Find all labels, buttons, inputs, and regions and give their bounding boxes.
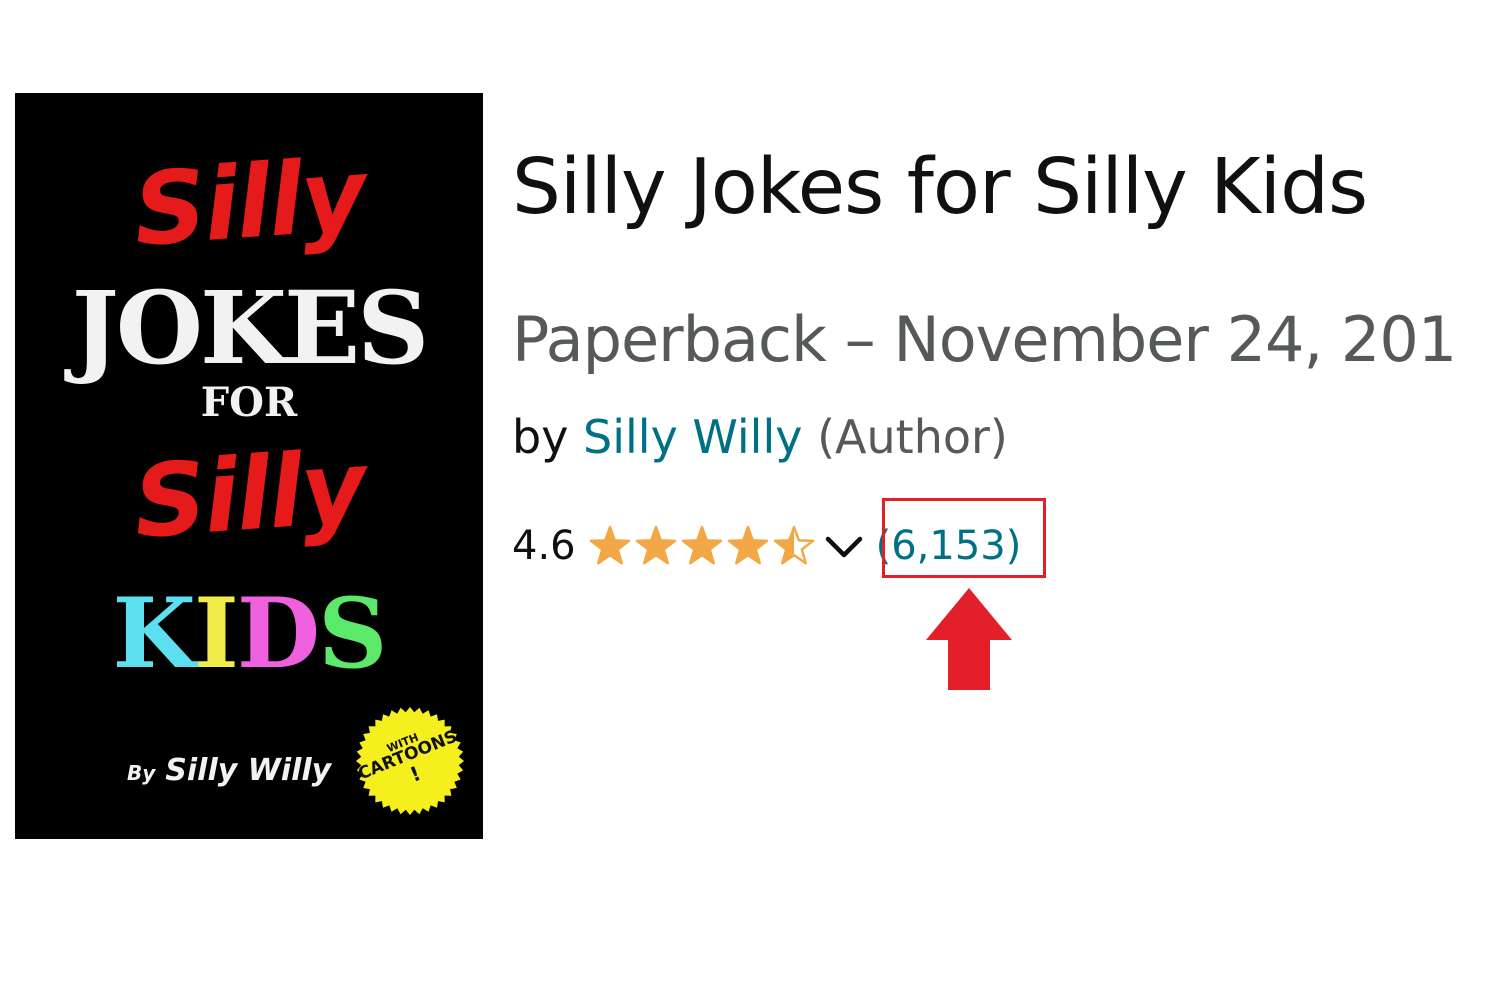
cover-kids-letter: S <box>318 577 387 690</box>
badge-line-3: ! <box>406 761 425 787</box>
star-half-icon <box>773 525 814 565</box>
cover-title-kids: KIDS <box>15 586 483 682</box>
star-full-icon <box>681 525 722 565</box>
up-arrow-icon <box>926 588 1012 690</box>
cover-kids-letter: K <box>112 577 196 690</box>
cartoons-badge: WITH CARTOONS ! <box>355 706 465 816</box>
byline: by Silly Willy (Author) <box>512 412 1008 463</box>
cover-author: By Silly Willy <box>127 753 331 788</box>
star-full-icon <box>635 525 676 565</box>
star-full-icon <box>727 525 768 565</box>
cover-kids-letter: D <box>236 577 320 690</box>
cover-title-silly: Silly <box>130 136 368 269</box>
cover-author-name: Silly Willy <box>165 753 332 788</box>
cover-title-jokes: JOKES <box>71 269 430 387</box>
chevron-down-icon[interactable] <box>822 524 866 568</box>
product-title: Silly Jokes for Silly Kids <box>512 143 1368 232</box>
cover-title-for: FOR <box>200 379 298 426</box>
star-rating[interactable] <box>588 524 818 568</box>
cover-title-silly-2: Silly <box>130 428 368 561</box>
cover-by-prefix: By <box>127 761 156 785</box>
by-label: by <box>512 410 569 464</box>
highlight-box <box>882 498 1046 578</box>
book-cover-image[interactable]: Silly JOKES FOR Silly KIDS By Silly Willy… <box>15 93 483 839</box>
author-role: (Author) <box>817 410 1008 464</box>
star-full-icon <box>589 525 630 565</box>
author-link[interactable]: Silly Willy <box>583 410 802 464</box>
product-format-date: Paperback – November 24, 201 <box>512 303 1457 376</box>
rating-value: 4.6 <box>512 523 576 569</box>
cover-kids-letter: I <box>193 577 239 690</box>
